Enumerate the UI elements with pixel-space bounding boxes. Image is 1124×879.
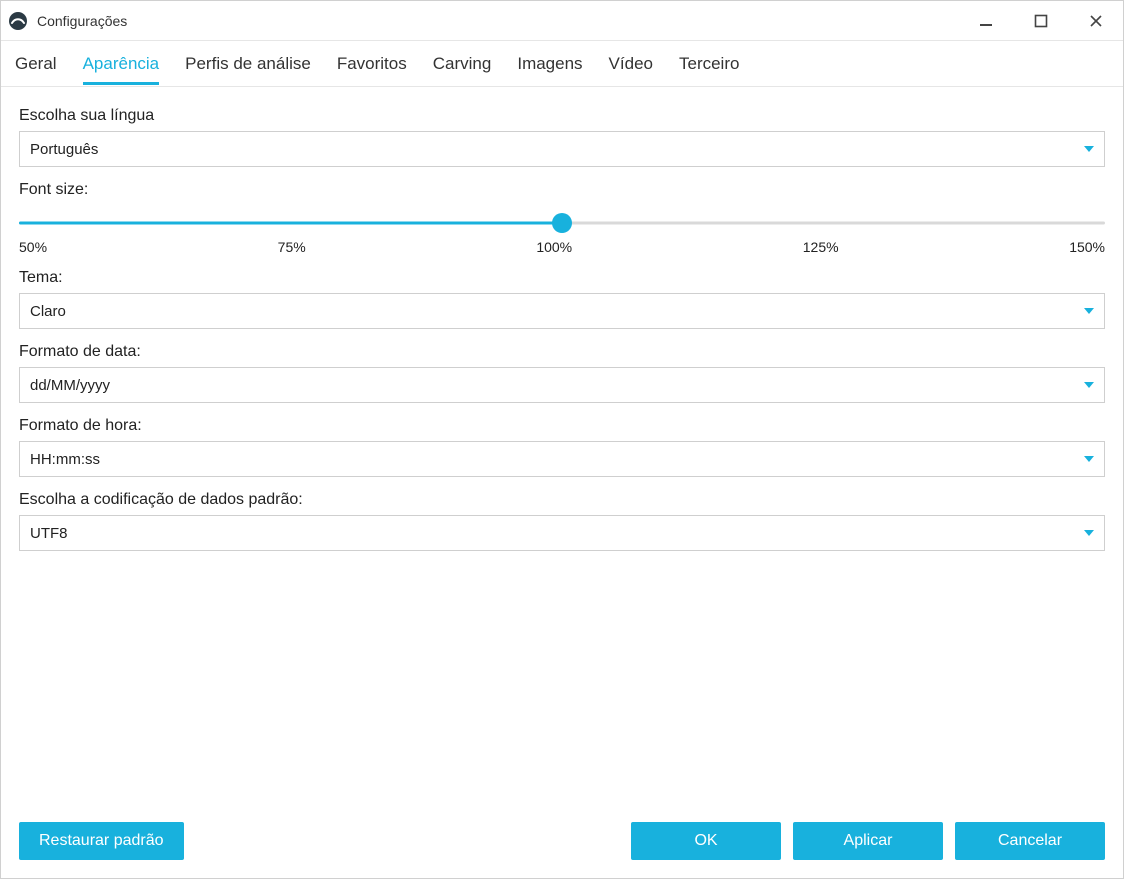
theme-label: Tema: xyxy=(19,269,1105,287)
chevron-down-icon xyxy=(1084,146,1094,152)
date-format-select[interactable]: dd/MM/yyyy xyxy=(19,367,1105,403)
slider-tick-150: 150% xyxy=(1069,239,1105,255)
time-format-select[interactable]: HH:mm:ss xyxy=(19,441,1105,477)
slider-tick-50: 50% xyxy=(19,239,47,255)
cancel-button[interactable]: Cancelar xyxy=(955,822,1105,860)
tab-perfis-analise[interactable]: Perfis de análise xyxy=(185,44,311,84)
encoding-value: UTF8 xyxy=(30,525,68,542)
minimize-button[interactable] xyxy=(958,1,1013,40)
app-icon xyxy=(9,12,27,30)
encoding-label: Escolha a codificação de dados padrão: xyxy=(19,491,1105,509)
language-label: Escolha sua língua xyxy=(19,107,1105,125)
tab-aparencia[interactable]: Aparência xyxy=(83,44,160,84)
theme-value: Claro xyxy=(30,303,66,320)
date-format-label: Formato de data: xyxy=(19,343,1105,361)
chevron-down-icon xyxy=(1084,530,1094,536)
window-controls xyxy=(958,1,1123,40)
theme-select[interactable]: Claro xyxy=(19,293,1105,329)
tab-carving[interactable]: Carving xyxy=(433,44,492,84)
encoding-select[interactable]: UTF8 xyxy=(19,515,1105,551)
language-value: Português xyxy=(30,141,98,158)
restore-defaults-button[interactable]: Restaurar padrão xyxy=(19,822,184,860)
font-size-label: Font size: xyxy=(19,181,1105,199)
slider-thumb[interactable] xyxy=(552,213,572,233)
tab-terceiro[interactable]: Terceiro xyxy=(679,44,739,84)
slider-ticks: 50% 75% 100% 125% 150% xyxy=(19,239,1105,255)
apply-button[interactable]: Aplicar xyxy=(793,822,943,860)
window-title: Configurações xyxy=(37,13,127,29)
titlebar: Configurações xyxy=(1,1,1123,41)
close-button[interactable] xyxy=(1068,1,1123,40)
tab-video[interactable]: Vídeo xyxy=(609,44,653,84)
ok-button[interactable]: OK xyxy=(631,822,781,860)
tab-strip: Geral Aparência Perfis de análise Favori… xyxy=(1,41,1123,87)
slider-fill xyxy=(19,222,562,225)
time-format-value: HH:mm:ss xyxy=(30,451,100,468)
chevron-down-icon xyxy=(1084,382,1094,388)
tab-favoritos[interactable]: Favoritos xyxy=(337,44,407,84)
chevron-down-icon xyxy=(1084,308,1094,314)
maximize-button[interactable] xyxy=(1013,1,1068,40)
chevron-down-icon xyxy=(1084,456,1094,462)
slider-tick-75: 75% xyxy=(278,239,306,255)
tab-imagens[interactable]: Imagens xyxy=(517,44,582,84)
slider-tick-100: 100% xyxy=(536,239,572,255)
dialog-footer: Restaurar padrão OK Aplicar Cancelar xyxy=(1,806,1123,878)
settings-panel: Escolha sua língua Português Font size: … xyxy=(1,87,1123,806)
font-size-slider[interactable]: 50% 75% 100% 125% 150% xyxy=(19,213,1105,255)
time-format-label: Formato de hora: xyxy=(19,417,1105,435)
slider-tick-125: 125% xyxy=(803,239,839,255)
tab-geral[interactable]: Geral xyxy=(15,44,57,84)
language-select[interactable]: Português xyxy=(19,131,1105,167)
date-format-value: dd/MM/yyyy xyxy=(30,377,110,394)
